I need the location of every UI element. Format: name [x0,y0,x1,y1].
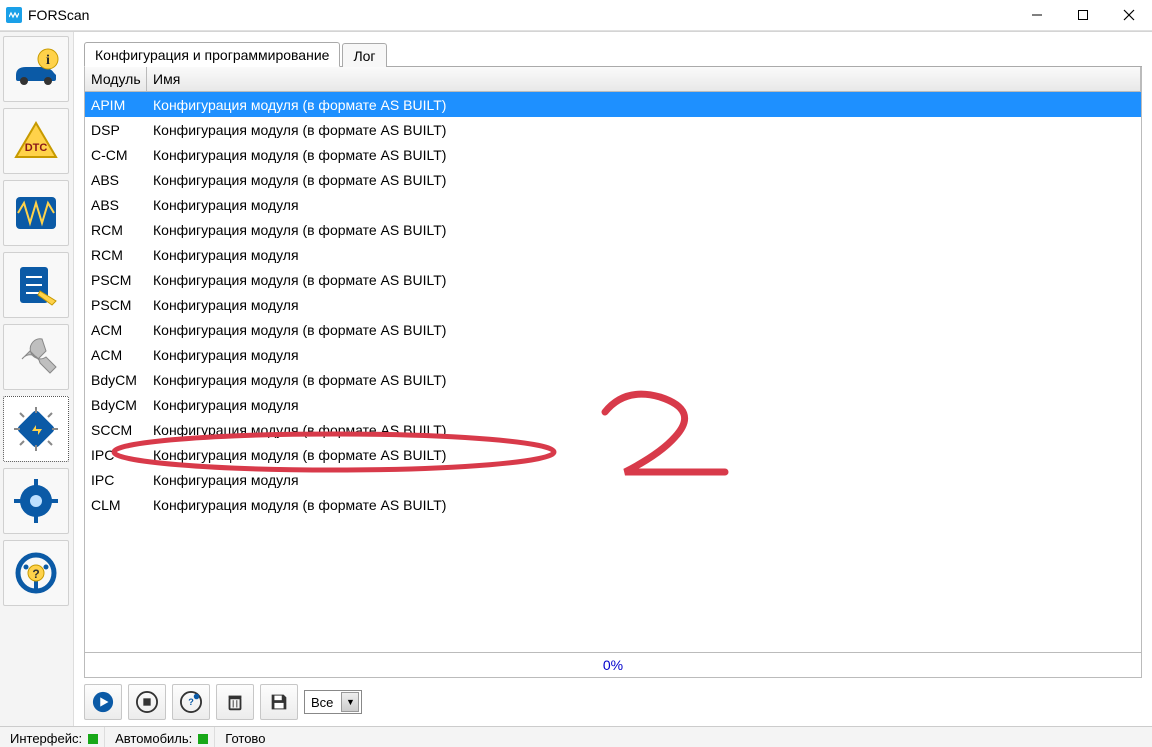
table-row[interactable]: ACMКонфигурация модуля (в формате AS BUI… [85,317,1141,342]
sidebar-service[interactable] [3,324,69,390]
maximize-button[interactable] [1060,0,1106,30]
cell-module: IPC [85,472,147,488]
sidebar: i DTC [0,32,74,726]
status-ready: Готово [219,727,271,747]
stop-button[interactable] [128,684,166,720]
table-row[interactable]: C-CMКонфигурация модуля (в формате AS BU… [85,142,1141,167]
sidebar-dtc[interactable]: DTC [3,108,69,174]
statusbar: Интерфейс: Автомобиль: Готово [0,726,1152,747]
minimize-button[interactable] [1014,0,1060,30]
column-module[interactable]: Модуль [85,67,147,91]
status-interface: Интерфейс: [4,727,105,747]
table-header: Модуль Имя [84,67,1142,92]
cell-name: Конфигурация модуля [147,297,1141,313]
window-controls [1014,0,1152,30]
table-row[interactable]: RCMКонфигурация модуля [85,242,1141,267]
sidebar-settings[interactable] [3,468,69,534]
status-vehicle-label: Автомобиль: [115,731,192,746]
cell-name: Конфигурация модуля [147,472,1141,488]
window-title: FORScan [28,7,89,23]
cell-name: Конфигурация модуля (в формате AS BUILT) [147,422,1141,438]
tab-log[interactable]: Лог [342,43,386,67]
save-button[interactable] [260,684,298,720]
cell-module: C-CM [85,147,147,163]
cell-name: Конфигурация модуля [147,197,1141,213]
cell-module: ACM [85,322,147,338]
cell-name: Конфигурация модуля (в формате AS BUILT) [147,147,1141,163]
table-body: APIMКонфигурация модуля (в формате AS BU… [84,92,1142,653]
cell-module: RCM [85,247,147,263]
sidebar-oscilloscope[interactable] [3,180,69,246]
cell-name: Конфигурация модуля (в формате AS BUILT) [147,272,1141,288]
status-vehicle: Автомобиль: [109,727,215,747]
cell-name: Конфигурация модуля (в формате AS BUILT) [147,497,1141,513]
cell-module: ABS [85,172,147,188]
svg-text:?: ? [188,697,194,707]
status-led-icon [88,734,98,744]
table-row[interactable]: ACMКонфигурация модуля [85,342,1141,367]
svg-text:?: ? [32,567,39,581]
status-led-icon [198,734,208,744]
table-row[interactable]: SCCMКонфигурация модуля (в формате AS BU… [85,417,1141,442]
cell-module: IPC [85,447,147,463]
cell-name: Конфигурация модуля (в формате AS BUILT) [147,447,1141,463]
table-row[interactable]: IPCКонфигурация модуля [85,467,1141,492]
table-row[interactable]: DSPКонфигурация модуля (в формате AS BUI… [85,117,1141,142]
cell-module: RCM [85,222,147,238]
cell-module: APIM [85,97,147,113]
table-row[interactable]: PSCMКонфигурация модуля [85,292,1141,317]
cell-module: BdyCM [85,397,147,413]
svg-text:i: i [46,53,50,68]
table-row[interactable]: APIMКонфигурация модуля (в формате AS BU… [85,92,1141,117]
cell-module: BdyCM [85,372,147,388]
progress-label: 0% [603,657,623,673]
play-button[interactable] [84,684,122,720]
status-ready-label: Готово [225,731,265,746]
close-button[interactable] [1106,0,1152,30]
sidebar-help[interactable]: ? [3,540,69,606]
cell-name: Конфигурация модуля (в формате AS BUILT) [147,322,1141,338]
titlebar: FORScan [0,0,1152,31]
cell-name: Конфигурация модуля (в формате AS BUILT) [147,372,1141,388]
cell-name: Конфигурация модуля [147,247,1141,263]
filter-select[interactable]: Все ▼ [304,690,362,714]
cell-module: ABS [85,197,147,213]
table-row[interactable]: RCMКонфигурация модуля (в формате AS BUI… [85,217,1141,242]
cell-module: SCCM [85,422,147,438]
cell-module: CLM [85,497,147,513]
sidebar-vehicle-info[interactable]: i [3,36,69,102]
cell-name: Конфигурация модуля (в формате AS BUILT) [147,122,1141,138]
cell-name: Конфигурация модуля [147,347,1141,363]
main-panel: Конфигурация и программирование Лог Моду… [74,32,1152,726]
delete-button[interactable] [216,684,254,720]
cell-name: Конфигурация модуля (в формате AS BUILT) [147,222,1141,238]
table-row[interactable]: ABSКонфигурация модуля [85,192,1141,217]
sidebar-programming[interactable] [3,396,69,462]
tabs: Конфигурация и программирование Лог [84,38,1142,67]
cell-module: PSCM [85,272,147,288]
cell-module: ACM [85,347,147,363]
sidebar-tests[interactable] [3,252,69,318]
table-row[interactable]: CLMКонфигурация модуля (в формате AS BUI… [85,492,1141,517]
cell-module: DSP [85,122,147,138]
column-name[interactable]: Имя [147,67,1141,91]
filter-value: Все [311,695,333,710]
progress-bar: 0% [84,653,1142,678]
cell-name: Конфигурация модуля [147,397,1141,413]
cell-module: PSCM [85,297,147,313]
table-row[interactable]: BdyCMКонфигурация модуля [85,392,1141,417]
table-row[interactable]: IPCКонфигурация модуля (в формате AS BUI… [85,442,1141,467]
tab-config[interactable]: Конфигурация и программирование [84,42,340,67]
app-icon [6,7,22,23]
bottom-toolbar: ? Все ▼ [84,678,1142,722]
table-row[interactable]: BdyCMКонфигурация модуля (в формате AS B… [85,367,1141,392]
cell-name: Конфигурация модуля (в формате AS BUILT) [147,97,1141,113]
status-interface-label: Интерфейс: [10,731,82,746]
table-row[interactable]: PSCMКонфигурация модуля (в формате AS BU… [85,267,1141,292]
info-button[interactable]: ? [172,684,210,720]
table-row[interactable]: ABSКонфигурация модуля (в формате AS BUI… [85,167,1141,192]
cell-name: Конфигурация модуля (в формате AS BUILT) [147,172,1141,188]
chevron-down-icon: ▼ [341,692,359,712]
svg-text:DTC: DTC [25,142,48,154]
